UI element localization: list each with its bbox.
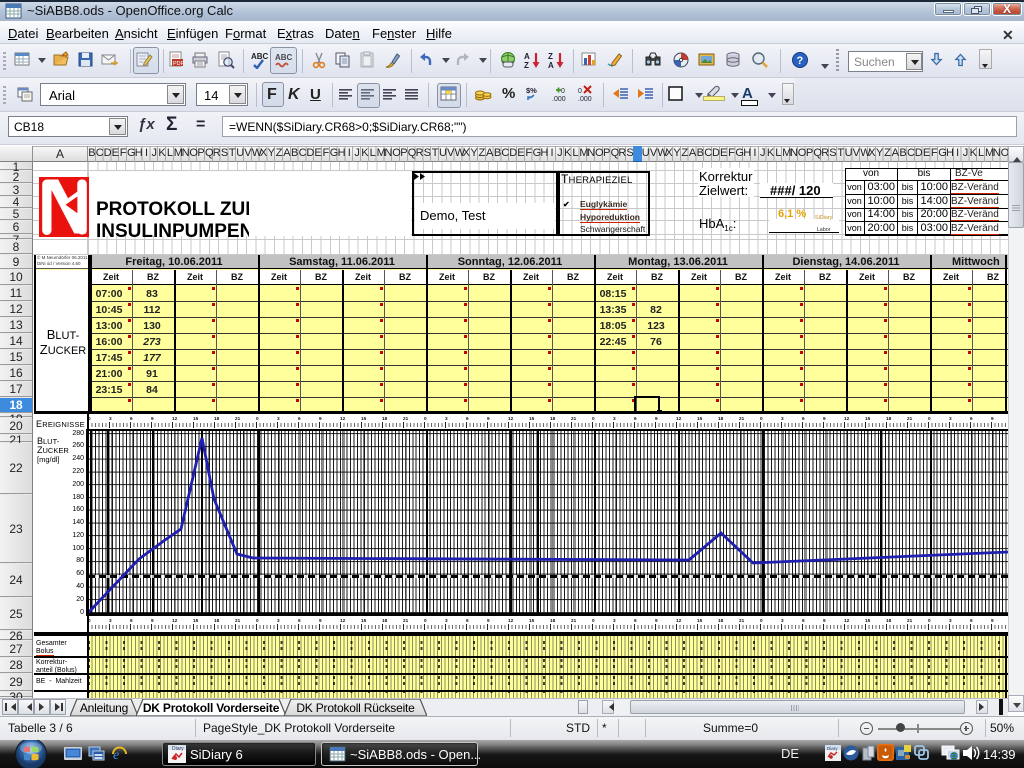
svg-text:e: e [113, 748, 119, 763]
svg-text:Diary: Diary [827, 746, 838, 751]
svg-text:Diary: Diary [172, 746, 184, 752]
